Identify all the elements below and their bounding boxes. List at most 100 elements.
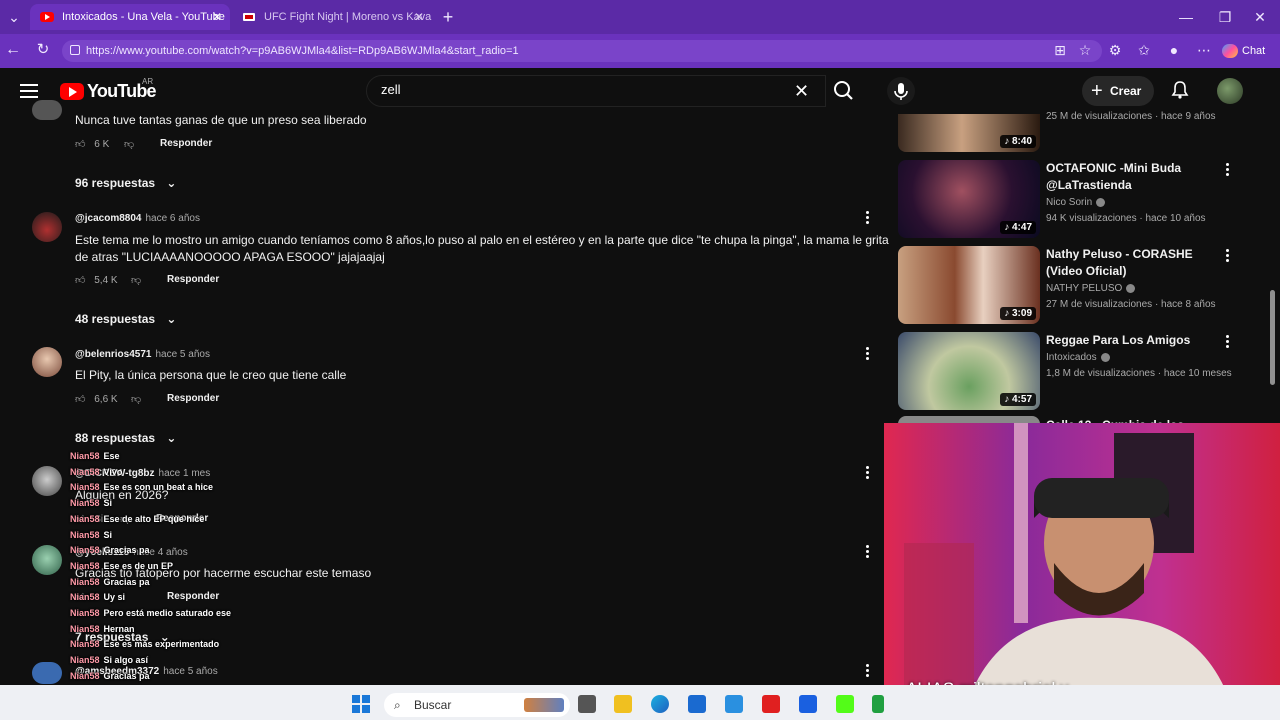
page-scrollbar[interactable]	[1270, 290, 1275, 385]
video-menu-icon[interactable]	[1226, 249, 1230, 263]
copilot-chat-button[interactable]: Chat	[1222, 40, 1265, 62]
reply-button[interactable]: Responder	[167, 591, 219, 602]
comment-menu-icon[interactable]	[866, 664, 870, 678]
comment-time: hace 1 mes	[158, 468, 211, 479]
profile-icon[interactable]: ●	[1164, 40, 1184, 60]
reply-button[interactable]: Responder	[167, 274, 219, 285]
video-thumbnail[interactable]: ♪ 4:57	[898, 332, 1040, 410]
video-title[interactable]: Reggae Para Los Amigos	[1046, 332, 1216, 349]
comment-text: Nunca tuve tantas ganas de que un preso …	[75, 113, 367, 127]
taskbar-search[interactable]: ⌕ Buscar	[384, 693, 570, 717]
video-meta: 1,8 M de visualizaciones · hace 10 meses	[1046, 368, 1232, 379]
view-replies-button[interactable]: 48 respuestas ⌄	[75, 312, 176, 326]
comment-avatar[interactable]	[32, 100, 62, 120]
video-thumbnail[interactable]: ♪ 4:47	[898, 160, 1040, 238]
video-channel[interactable]: Intoxicados	[1046, 352, 1110, 363]
duration-badge: ♪ 8:40	[1000, 135, 1036, 148]
tab-ufc[interactable]: UFC Fight Night | Moreno vs Kava ✕	[232, 4, 432, 30]
create-button[interactable]: + Crear	[1082, 76, 1154, 106]
author-handle: @belenrios4571	[75, 349, 152, 360]
reply-button[interactable]: Responder	[160, 138, 212, 149]
view-replies-button[interactable]: 88 respuestas ⌄	[75, 431, 176, 445]
replies-count: 96 respuestas	[75, 176, 156, 190]
chat-message: Nian58 Ese es de un EP	[70, 561, 173, 571]
tab-list-chevron-icon[interactable]: ⌄	[4, 7, 24, 27]
verified-icon	[1100, 352, 1110, 362]
favorite-star-icon[interactable]: ☆	[1075, 40, 1095, 60]
windows-start-icon[interactable]	[352, 695, 370, 713]
more-options-icon[interactable]: ⋯	[1194, 40, 1214, 60]
account-avatar[interactable]	[1217, 78, 1243, 104]
minimize-icon[interactable]: —	[1176, 7, 1196, 27]
video-channel[interactable]: NATHY PELUSO	[1046, 283, 1136, 294]
close-window-icon[interactable]: ✕	[1250, 7, 1270, 27]
comment-time: hace 5 años	[155, 349, 210, 360]
dislike-button[interactable]: 👎︎	[131, 393, 141, 405]
comment-author[interactable]: @jcacom8804 hace 6 años	[75, 213, 200, 224]
video-thumbnail[interactable]: ♪ 8:40	[898, 114, 1040, 152]
mail-icon[interactable]	[725, 695, 743, 713]
youtube-app-icon[interactable]	[762, 695, 780, 713]
comment-menu-icon[interactable]	[866, 466, 870, 480]
like-button[interactable]: 👍︎ 6,6 K	[75, 393, 118, 405]
clear-search-icon[interactable]: ✕	[794, 81, 809, 102]
video-menu-icon[interactable]	[1226, 163, 1230, 177]
store-icon[interactable]	[688, 695, 706, 713]
country-code: AR	[142, 77, 154, 86]
comment-avatar[interactable]	[32, 662, 62, 684]
dislike-button[interactable]: 👎︎	[131, 274, 141, 286]
windows-taskbar	[0, 685, 1280, 720]
back-icon[interactable]: ←	[3, 40, 23, 60]
video-title[interactable]: Nathy Peluso - CORASHE (Video Oficial)	[1046, 246, 1216, 280]
hamburger-menu-icon[interactable]	[20, 84, 38, 98]
comment-menu-icon[interactable]	[866, 545, 870, 559]
favorites-icon[interactable]: ✩	[1134, 40, 1154, 60]
comment-menu-icon[interactable]	[866, 347, 870, 361]
site-info-icon[interactable]	[70, 45, 80, 55]
comment-avatar[interactable]	[32, 212, 62, 242]
chat-username: Nian58	[70, 529, 100, 540]
dislike-button[interactable]: 👎︎	[124, 138, 134, 150]
chat-message: Nian58 Ese	[70, 451, 120, 461]
url-field[interactable]: https://www.youtube.com/watch?v=p9AB6WJM…	[62, 40, 1102, 62]
chat-message: Nian58 Gracias pa	[70, 671, 150, 681]
duration-badge: ♪ 4:57	[1000, 393, 1036, 406]
view-replies-button[interactable]: 96 respuestas ⌄	[75, 176, 176, 190]
video-thumbnail[interactable]: ♪ 3:09	[898, 246, 1040, 324]
facebook-icon[interactable]	[799, 695, 817, 713]
maximize-icon[interactable]: ❐	[1215, 7, 1235, 27]
video-channel[interactable]: Nico Sorin	[1046, 197, 1106, 208]
like-button[interactable]: 👍︎ 6 K	[75, 138, 109, 150]
comment-avatar[interactable]	[32, 545, 62, 575]
video-menu-icon[interactable]	[1226, 335, 1230, 349]
chevron-down-icon: ⌄	[166, 312, 177, 326]
comment-avatar[interactable]	[32, 347, 62, 377]
chat-username: Nian58	[70, 482, 100, 493]
app-icon[interactable]	[872, 695, 884, 713]
close-tab-icon[interactable]: ✕	[212, 10, 222, 24]
comment-avatar[interactable]	[32, 466, 62, 496]
youtube-logo[interactable]: YouTube AR	[60, 77, 157, 101]
like-button[interactable]: 👍︎ 5,4 K	[75, 274, 118, 286]
notifications-bell-icon[interactable]	[1170, 80, 1190, 100]
reload-icon[interactable]: ↻	[33, 40, 53, 60]
search-input[interactable]	[366, 75, 826, 107]
comment-author[interactable]: @belenrios4571 hace 5 años	[75, 349, 210, 360]
video-title[interactable]: OCTAFONIC -Mini Buda @LaTrastienda	[1046, 160, 1216, 194]
file-explorer-icon[interactable]	[614, 695, 632, 713]
new-tab-icon[interactable]: +	[438, 7, 458, 27]
search-button[interactable]	[826, 75, 862, 107]
youtube-play-icon	[60, 82, 84, 100]
task-view-icon[interactable]	[578, 695, 596, 713]
apps-icon[interactable]: ⊞	[1050, 40, 1070, 60]
edge-browser-icon[interactable]	[651, 695, 669, 713]
tab-youtube[interactable]: Intoxicados - Una Vela - YouTube ✕	[30, 4, 230, 30]
kick-icon[interactable]	[836, 695, 854, 713]
voice-search-button[interactable]	[887, 77, 915, 105]
reply-button[interactable]: Responder	[167, 393, 219, 404]
channel-name: Intoxicados	[1046, 352, 1097, 363]
chat-username: Nian58	[70, 451, 100, 461]
comment-menu-icon[interactable]	[866, 211, 870, 225]
extension-icon[interactable]: ⚙	[1105, 40, 1125, 60]
close-tab-icon[interactable]: ✕	[414, 10, 424, 24]
